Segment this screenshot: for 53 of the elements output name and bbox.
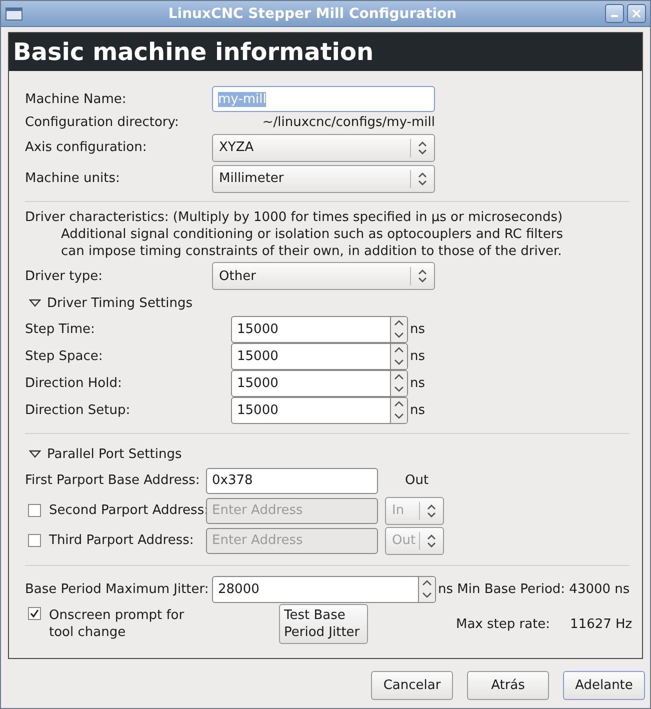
field-label: Direction Setup: <box>25 403 132 418</box>
window-menu-icon[interactable] <box>5 6 23 20</box>
dialog-button[interactable]: Adelante <box>563 671 645 700</box>
dialog-button[interactable]: Cancelar <box>371 671 453 700</box>
address-field[interactable]: 0x378 <box>206 468 378 494</box>
test-jitter-button[interactable]: Test Base Period Jitter <box>279 604 368 644</box>
spin-field[interactable]: 15000 <box>231 370 408 397</box>
page-header: Basic machine information <box>9 33 642 71</box>
dialog-button[interactable]: Atrás <box>467 671 549 700</box>
field-label: Machine units: <box>25 171 121 186</box>
field-label: Machine Name: <box>25 92 128 106</box>
note-line: Additional signal conditioning or isolation such as optocouplers and RC filters <box>61 227 564 242</box>
field-label: Step Time: <box>25 322 96 337</box>
dropdown[interactable]: Other <box>212 262 435 290</box>
updown-arrows-icon[interactable] <box>427 504 436 518</box>
min-base-period-text: ns Min Base Period: 43000 ns <box>438 582 630 596</box>
direction-label: Out <box>405 473 429 488</box>
close-icon <box>632 9 641 18</box>
updown-arrows-icon[interactable] <box>427 534 436 548</box>
spin-field[interactable]: 15000 <box>231 343 408 370</box>
updown-arrows-icon[interactable] <box>418 140 427 154</box>
checkbox-label[interactable]: Onscreen prompt for tool change <box>49 607 199 641</box>
expander-label[interactable]: Driver Timing Settings <box>47 296 193 310</box>
field-label: Direction Hold: <box>25 376 123 391</box>
field-label: Max step rate: <box>456 616 550 632</box>
note-line: Driver characteristics: (Multiply by 1000 for times specified in µs or microseconds) <box>25 210 563 225</box>
unit-label: ns <box>410 403 426 418</box>
close-button[interactable] <box>627 4 646 23</box>
field-label: Driver type: <box>25 268 104 284</box>
checkbox[interactable] <box>28 607 41 620</box>
dropdown[interactable]: XYZA <box>212 134 435 162</box>
field-label: Configuration directory: <box>25 114 180 130</box>
spin-field[interactable]: 28000 <box>212 576 436 602</box>
unit-label: ns <box>410 349 426 364</box>
unit-label: ns <box>410 322 426 337</box>
field-label: Axis configuration: <box>25 140 148 155</box>
directory-path: ~/linuxcnc/configs/my-mill <box>261 114 435 130</box>
updown-arrows-icon[interactable] <box>418 269 427 283</box>
window-title: LinuxCNC Stepper Mill Configuration <box>167 6 458 22</box>
expander-arrow-icon[interactable] <box>29 297 41 309</box>
note-line: can impose timing constraints of their own, in addition to those of the driver. <box>61 244 562 259</box>
max-step-rate-value: 11627 Hz <box>570 616 632 632</box>
expander-label[interactable]: Parallel Port Settings <box>47 446 182 462</box>
field-label: First Parport Base Address: <box>25 473 201 488</box>
field-label: Base Period Maximum Jitter: <box>25 582 210 596</box>
updown-arrows-icon[interactable] <box>418 172 427 186</box>
minimize-button[interactable] <box>605 4 624 23</box>
dropdown[interactable]: Millimeter <box>212 164 435 192</box>
field-label: Step Space: <box>25 349 104 364</box>
unit-label: ns <box>410 376 426 391</box>
spin-field[interactable]: 15000 <box>231 397 408 424</box>
spin-field[interactable]: 15000 <box>231 316 408 343</box>
expander-arrow-icon[interactable] <box>29 448 41 460</box>
